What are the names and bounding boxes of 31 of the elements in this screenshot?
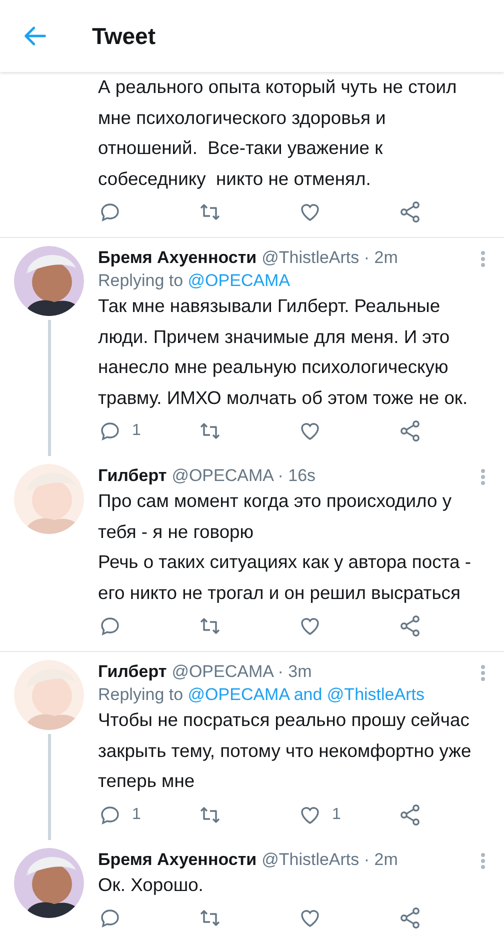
share-icon <box>398 200 422 224</box>
share-button[interactable] <box>398 614 422 638</box>
author-name: Гилберт <box>98 466 167 486</box>
tweet-text: Чтобы не посраться реально прошу сейчас закрыть тему, потому что некомфортно уже теперь мне <box>98 708 472 793</box>
tweet-text: Ок. Хорошо. <box>98 872 204 897</box>
author-name: Бремя Ахуенности <box>98 248 257 268</box>
like-button[interactable]: 1 <box>298 802 341 826</box>
tweet-text: Так мне навязывали Гилберт. Реальные люди. Причем значимые для меня. И это нанесло мне реальную психологическую травму. ИМХО молчать об этом тоже не ок. <box>98 294 469 410</box>
author-name: Гилберт <box>98 662 167 682</box>
page-title: Tweet <box>92 22 156 50</box>
reply-button[interactable]: 1 <box>98 802 141 826</box>
share-icon <box>398 802 422 826</box>
mention-link[interactable]: @OPECAMA and @ThistleArts <box>188 685 424 704</box>
share-button[interactable] <box>398 419 422 443</box>
replying-to-text: Replying to @OPECAMA and @ThistleArts <box>98 685 426 705</box>
author-handle: @OPECAMA · 16s <box>172 466 316 486</box>
author-handle: @ThistleArts · 2m <box>262 850 398 870</box>
share-button[interactable] <box>398 200 422 224</box>
author-handle: @ThistleArts · 2m <box>262 248 398 268</box>
author-name: Бремя Ахуенности <box>98 850 257 870</box>
share-button[interactable] <box>398 802 422 826</box>
mention-link[interactable]: @OPECAMA <box>188 271 290 290</box>
share-icon <box>398 419 422 443</box>
share-icon <box>398 614 422 638</box>
replying-to-text: Replying to @OPECAMA <box>98 271 292 291</box>
tweet-text: Про сам момент когда это происходило у тебя - я не говорю Речь о таких ситуациях как у автора поста - его никто не трогал и он решил высраться <box>98 489 472 605</box>
reply-button[interactable]: 1 <box>98 419 141 443</box>
tweet-text: А реального опыта который чуть не стоил мне психологического здоровья и отношений. Все-таки уважение к собеседнику никто не отменял. <box>98 75 458 191</box>
share-icon <box>398 906 422 930</box>
author-handle: @OPECAMA · 3m <box>172 662 312 682</box>
share-button[interactable] <box>398 906 422 930</box>
